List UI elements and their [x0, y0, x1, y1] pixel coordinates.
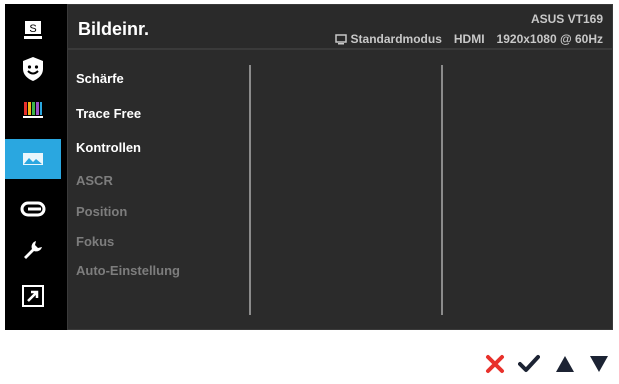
blue-light-filter-icon: [23, 57, 43, 81]
sidebar: S: [5, 4, 61, 330]
monitor-icon: [334, 33, 347, 44]
status-input: HDMI: [453, 32, 485, 46]
page-title: Bildeinr.: [78, 19, 150, 39]
confirm-button[interactable]: [516, 352, 542, 376]
sidebar-item-blue-light-filter[interactable]: [5, 49, 61, 89]
menu-item-trace-free[interactable]: Trace Free: [76, 106, 141, 121]
input-select-icon: [20, 201, 46, 217]
sidebar-item-shortcut[interactable]: [5, 276, 61, 316]
up-button[interactable]: [552, 352, 578, 376]
menu-item-ascr: ASCR: [76, 173, 113, 188]
down-button[interactable]: [586, 352, 612, 376]
osd-menu: S Bildeinr. ASUS VT169 Standardmodus HDM…: [5, 4, 613, 330]
column-divider: [441, 65, 443, 315]
triangle-down-icon: [590, 356, 608, 372]
menu-item-schaerfe[interactable]: Schärfe: [76, 71, 124, 86]
menu-content: Schärfe Trace Free Kontrollen ASCR Posit…: [67, 49, 613, 330]
button-guide: [482, 352, 614, 376]
sidebar-item-splendid[interactable]: S: [5, 10, 61, 50]
menu-item-position: Position: [76, 204, 128, 219]
checkmark-icon: [518, 355, 540, 372]
menu-item-fokus: Fokus: [76, 234, 115, 249]
image-icon: [23, 153, 43, 165]
splendid-s-icon: S: [24, 21, 42, 39]
sidebar-item-system-setup[interactable]: [5, 230, 61, 270]
exit-button[interactable]: [482, 352, 508, 376]
status-bar: Standardmodus HDMI 1920x1080 @ 60Hz: [334, 32, 603, 46]
sidebar-item-color[interactable]: [5, 90, 61, 130]
menu-item-auto-einstellung: Auto-Einstellung: [76, 263, 180, 278]
shortcut-arrow-icon: [22, 285, 44, 307]
menu-item-kontrollen[interactable]: Kontrollen: [76, 140, 141, 155]
sidebar-item-image[interactable]: [5, 139, 61, 179]
osd-header: Bildeinr. ASUS VT169 Standardmodus HDMI …: [67, 4, 613, 49]
status-mode: Standardmodus: [350, 32, 442, 46]
status-resolution: 1920x1080 @ 60Hz: [496, 32, 603, 46]
wrench-icon: [24, 241, 42, 259]
monitor-model: ASUS VT169: [530, 12, 603, 26]
color-bars-icon: [23, 102, 43, 118]
column-divider: [249, 65, 251, 315]
svg-text:S: S: [29, 23, 36, 35]
triangle-up-icon: [556, 356, 574, 372]
close-icon: [486, 355, 504, 373]
sidebar-item-input-select[interactable]: [5, 189, 61, 229]
